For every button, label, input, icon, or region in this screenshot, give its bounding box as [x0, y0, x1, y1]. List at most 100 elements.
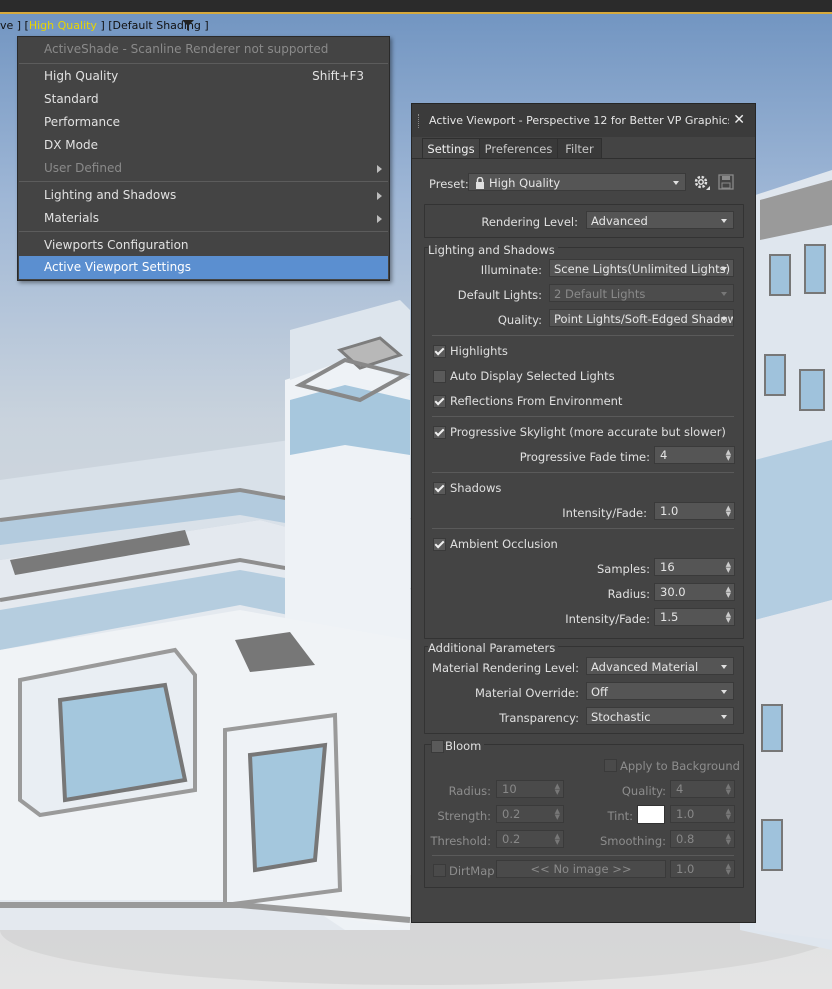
apply-to-background-checkbox: [604, 759, 617, 772]
window-top-bar: [0, 0, 832, 14]
dirtmap-image-button: << No image >>: [496, 860, 666, 878]
chevron-down-icon: [721, 665, 727, 669]
divider: [432, 472, 734, 473]
ao-samples-label: Samples:: [597, 562, 650, 576]
viewport-label[interactable]: ve ] [High Quality ] [Default Shading ]: [0, 19, 209, 32]
submenu-arrow-icon: [377, 215, 382, 223]
shadow-intensity-label: Intensity/Fade:: [562, 506, 647, 520]
chevron-down-icon: [721, 219, 727, 223]
highlights-label: Highlights: [450, 344, 508, 358]
ambient-occlusion-checkbox[interactable]: [433, 538, 446, 551]
menu-header-activeshade: ActiveShade - Scanline Renderer not supp…: [44, 42, 329, 56]
shortcut-label: Shift+F3: [312, 69, 364, 83]
progressive-skylight-label: Progressive Skylight (more accurate but …: [450, 425, 726, 439]
default-lights-dropdown: 2 Default Lights: [549, 284, 734, 302]
rendering-level-dropdown[interactable]: Advanced: [586, 211, 734, 229]
bloom-radius-label: Radius:: [448, 784, 491, 798]
menu-item-active-viewport-settings[interactable]: Active Viewport Settings: [19, 256, 388, 279]
menu-separator: [19, 181, 388, 182]
shadows-checkbox[interactable]: [433, 482, 446, 495]
divider: [432, 528, 734, 529]
bloom-tint-label: Tint:: [607, 809, 633, 823]
save-preset-icon[interactable]: [718, 174, 734, 190]
divider: [432, 335, 734, 336]
ao-samples-spinner[interactable]: 16 ▲ ▼: [654, 558, 735, 576]
reflections-label: Reflections From Environment: [450, 394, 623, 408]
progressive-fade-spinner[interactable]: 4 ▲ ▼: [654, 446, 735, 464]
dialog-title: Active Viewport - Perspective 12 for Bet…: [429, 114, 729, 127]
preset-label: Preset:: [429, 177, 469, 191]
menu-item-user-defined: User Defined: [19, 157, 388, 180]
transparency-label: Transparency:: [499, 711, 579, 725]
lighting-shadows-group: [424, 247, 744, 639]
default-lights-label: Default Lights:: [457, 288, 542, 302]
lighting-shadows-title: Lighting and Shadows: [428, 243, 558, 257]
spinner-arrows-icon: ▲ ▼: [725, 585, 731, 599]
menu-item-lighting-shadows[interactable]: Lighting and Shadows: [19, 184, 388, 207]
bloom-checkbox[interactable]: [431, 740, 444, 753]
spinner-arrows-icon: ▲ ▼: [725, 504, 731, 518]
material-override-label: Material Override:: [474, 686, 579, 700]
bloom-smoothing-label: Smoothing:: [599, 834, 666, 848]
additional-params-title: Additional Parameters: [428, 641, 559, 655]
ao-intensity-spinner[interactable]: 1.5 ▲ ▼: [654, 608, 735, 626]
viewport-quality-menu: ActiveShade - Scanline Renderer not supp…: [17, 36, 390, 281]
ambient-occlusion-label: Ambient Occlusion: [450, 537, 558, 551]
shadow-intensity-spinner[interactable]: 1.0 ▲ ▼: [654, 502, 735, 520]
bloom-threshold-label: Threshold:: [430, 834, 491, 848]
auto-display-lights-label: Auto Display Selected Lights: [450, 369, 615, 383]
illuminate-label: Illuminate:: [480, 263, 542, 277]
spinner-arrows-icon: ▲ ▼: [725, 610, 731, 624]
menu-item-materials[interactable]: Materials: [19, 207, 388, 230]
illuminate-dropdown[interactable]: Scene Lights(Unlimited Lights): [549, 259, 734, 277]
ao-radius-spinner[interactable]: 30.0 ▲ ▼: [654, 583, 735, 601]
material-rendering-dropdown[interactable]: Advanced Material: [586, 657, 734, 675]
shadows-label: Shadows: [450, 481, 502, 495]
menu-item-dx-mode[interactable]: DX Mode: [19, 134, 388, 157]
dirtmap-amount-spinner: 1.0 ▲ ▼: [670, 860, 735, 878]
lock-icon: [476, 177, 484, 189]
filter-icon[interactable]: [182, 20, 194, 31]
menu-item-standard[interactable]: Standard: [19, 88, 388, 111]
tab-settings[interactable]: Settings: [422, 138, 480, 159]
bloom-strength-label: Strength:: [437, 809, 491, 823]
dialog-title-bar[interactable]: Active Viewport - Perspective 12 for Bet…: [412, 104, 755, 137]
rendering-level-label: Rendering Level:: [481, 215, 578, 229]
material-override-dropdown[interactable]: Off: [586, 682, 734, 700]
auto-display-lights-checkbox[interactable]: [433, 370, 446, 383]
divider: [432, 855, 734, 856]
reflections-checkbox[interactable]: [433, 395, 446, 408]
drag-grip-icon[interactable]: [418, 114, 421, 128]
chevron-down-icon: [721, 292, 727, 296]
chevron-down-icon: [721, 267, 727, 271]
preset-value: High Quality: [489, 176, 561, 190]
close-icon[interactable]: ✕: [733, 112, 745, 128]
divider: [432, 416, 734, 417]
transparency-dropdown[interactable]: Stochastic: [586, 707, 734, 725]
tab-divider: [412, 158, 755, 159]
menu-item-viewports-config[interactable]: Viewports Configuration: [19, 234, 388, 257]
material-rendering-label: Material Rendering Level:: [432, 661, 579, 675]
menu-item-high-quality[interactable]: High Quality Shift+F3: [19, 65, 388, 88]
menu-separator: [19, 231, 388, 232]
chevron-down-icon: [721, 317, 727, 321]
tab-filter[interactable]: Filter: [557, 138, 602, 159]
bloom-quality-label: Quality:: [621, 784, 666, 798]
menu-separator: [19, 63, 388, 64]
tab-preferences[interactable]: Preferences: [479, 138, 558, 159]
chevron-down-icon: [673, 181, 679, 185]
preset-dropdown[interactable]: High Quality: [468, 173, 686, 191]
viewport-label-quality[interactable]: High Quality: [29, 19, 97, 32]
shadow-quality-dropdown[interactable]: Point Lights/Soft-Edged Shadows: [549, 309, 734, 327]
bloom-smoothing-spinner: 0.8 ▲ ▼: [670, 830, 735, 848]
spinner-arrows-icon: ▲ ▼: [725, 560, 731, 574]
bloom-radius-spinner: 10 ▲ ▼: [496, 780, 564, 798]
spinner-arrows-icon: ▲ ▼: [725, 448, 731, 462]
highlights-checkbox[interactable]: [433, 345, 446, 358]
bloom-tint-swatch: [637, 805, 665, 824]
gear-icon[interactable]: [693, 174, 711, 192]
menu-item-performance[interactable]: Performance: [19, 111, 388, 134]
progressive-skylight-checkbox[interactable]: [433, 426, 446, 439]
active-viewport-settings-dialog: Active Viewport - Perspective 12 for Bet…: [411, 103, 756, 923]
bloom-strength-spinner: 0.2 ▲ ▼: [496, 805, 564, 823]
